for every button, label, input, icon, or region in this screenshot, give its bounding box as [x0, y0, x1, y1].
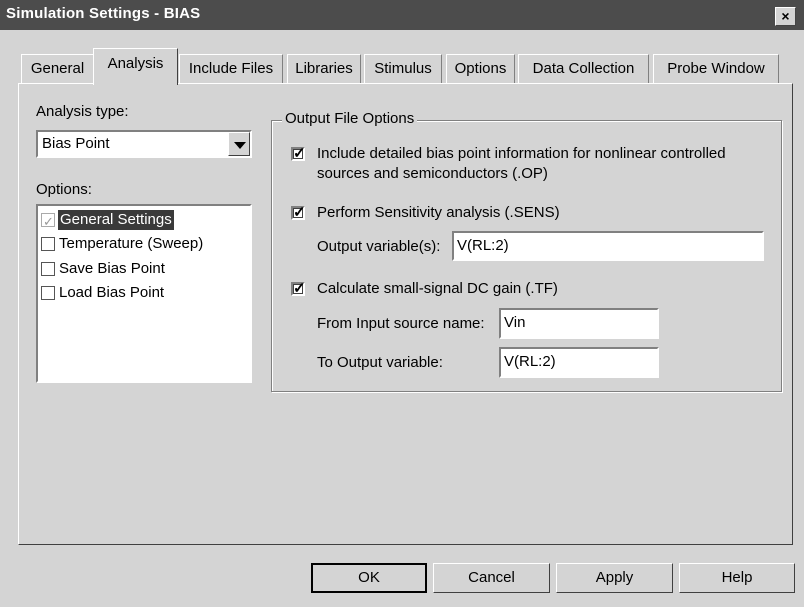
sensitivity-output-label: Output variable(s): [317, 238, 441, 255]
analysis-type-label: Analysis type: [36, 103, 129, 120]
cancel-button[interactable]: Cancel [433, 563, 550, 593]
analysis-type-value: Bias Point [42, 135, 110, 152]
analysis-type-select[interactable]: Bias Point [36, 130, 252, 158]
sensitivity-label: Perform Sensitivity analysis (.SENS) [317, 204, 560, 221]
option-general-settings[interactable]: General Settings [41, 209, 241, 233]
dc-gain-checkbox[interactable] [291, 279, 306, 297]
help-button[interactable]: Help [679, 563, 795, 593]
option-load-bias-point[interactable]: Load Bias Point [41, 282, 241, 304]
option-temperature-sweep[interactable]: Temperature (Sweep) [41, 233, 241, 255]
dc-gain-label: Calculate small-signal DC gain (.TF) [317, 280, 558, 297]
tab-stimulus[interactable]: Stimulus [364, 54, 442, 84]
options-list: General Settings Temperature (Sweep) Sav… [36, 204, 252, 383]
option-checkbox[interactable] [41, 286, 55, 300]
output-file-options-title: Output File Options [282, 110, 418, 127]
options-label: Options: [36, 181, 92, 198]
tab-data-collection[interactable]: Data Collection [518, 54, 649, 84]
include-detailed-label-line1: Include detailed bias point information … [317, 145, 726, 162]
sensitivity-checkbox[interactable] [291, 203, 306, 221]
sensitivity-output-field[interactable]: V(RL:2) [452, 231, 764, 261]
tab-analysis[interactable]: Analysis [93, 48, 178, 85]
chevron-down-icon[interactable] [228, 132, 250, 156]
tab-include-files[interactable]: Include Files [179, 54, 283, 84]
title-bar: Simulation Settings - BIAS × [0, 0, 804, 30]
ok-button[interactable]: OK [311, 563, 427, 593]
simulation-settings-dialog: Simulation Settings - BIAS × General Ana… [0, 0, 804, 607]
input-source-field[interactable]: Vin [499, 308, 659, 339]
include-detailed-checkbox[interactable] [291, 144, 306, 162]
option-checkbox[interactable] [41, 211, 55, 233]
window-title: Simulation Settings - BIAS [6, 5, 201, 22]
close-button[interactable]: × [775, 7, 796, 26]
tab-options[interactable]: Options [446, 54, 515, 84]
option-save-bias-point[interactable]: Save Bias Point [41, 258, 241, 280]
tab-libraries[interactable]: Libraries [287, 54, 361, 84]
tab-general[interactable]: General [21, 54, 94, 84]
option-checkbox[interactable] [41, 262, 55, 276]
tab-probe-window[interactable]: Probe Window [653, 54, 779, 84]
output-variable-label: To Output variable: [317, 354, 443, 371]
option-checkbox[interactable] [41, 237, 55, 251]
include-detailed-label-line2: sources and semiconductors (.OP) [317, 165, 548, 182]
apply-button[interactable]: Apply [556, 563, 673, 593]
output-variable-field[interactable]: V(RL:2) [499, 347, 659, 378]
input-source-label: From Input source name: [317, 315, 485, 332]
